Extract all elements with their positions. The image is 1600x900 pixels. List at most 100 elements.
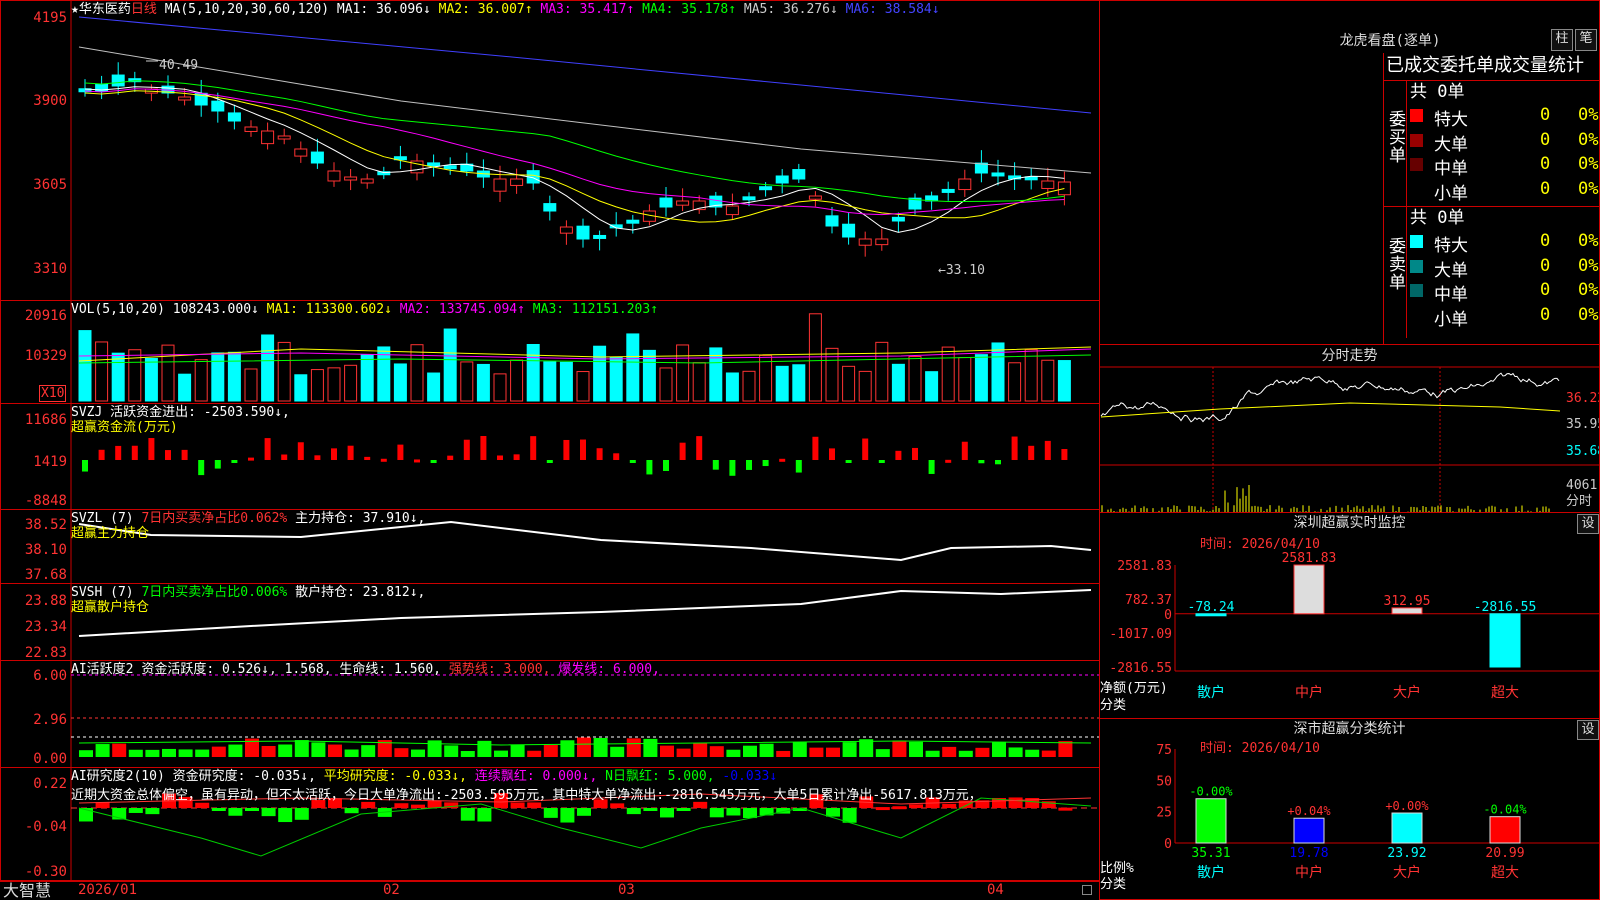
research-bar (294, 808, 309, 820)
order-count: 0 (1540, 178, 1551, 199)
longhu-header: 已成交委托单成交量统计 (1386, 55, 1584, 76)
flow-bar (314, 455, 321, 460)
brand-logo[interactable]: 大智慧 (3, 882, 51, 900)
research-bar (527, 802, 542, 808)
classify-category-label: 中户 (1295, 864, 1323, 881)
activity-bar (543, 744, 558, 757)
favorite-star-icon[interactable]: ★ (71, 2, 79, 17)
holding-line (78, 520, 1092, 562)
flow-bar (198, 460, 205, 476)
svzl-panel[interactable]: SVZL (7) 7日内买卖净占比0.062% 主力持仓: 37.910↓, 超… (0, 509, 1100, 584)
volume-bar (327, 367, 341, 402)
activity-bar (875, 749, 890, 757)
flow-bar (546, 460, 553, 463)
candle (858, 238, 872, 246)
longhu-table: 已成交委托单成交量统计 共 0单 委买单 特大 0 0% 大单 0 0% 中单 0 0% 小单 0 0… (1383, 53, 1599, 344)
order-color-swatch (1410, 308, 1423, 322)
order-color-swatch (1410, 133, 1423, 147)
kline-chart[interactable] (1, 1, 1100, 301)
volume-bar (244, 368, 258, 402)
monitor-bar-chart: 2581.83 782.370 -1017.09 -2816.55 -78.24 散户 25… (1109, 551, 1599, 701)
candle (775, 175, 789, 184)
candle (310, 151, 324, 164)
order-label: 大单 (1434, 260, 1468, 281)
bar-mode-button[interactable]: 柱 (1551, 29, 1573, 51)
svzj-y-tick: 11686 (24, 412, 67, 428)
research-bar (228, 808, 243, 816)
kline-y-tick: 3310 (33, 261, 67, 277)
flow-bar (812, 436, 819, 460)
activity-bar (826, 747, 840, 757)
candle (808, 195, 822, 200)
classify-value-label: 20.99 (1485, 846, 1524, 861)
svzj-panel[interactable]: SVZJ 活跃资金进出: -2503.590↓, 超赢资金流(万元) 11686… (0, 403, 1100, 510)
ai-active-label: 资金活跃度: 0.526↓ (141, 662, 269, 677)
intraday-volume: 4061 (1566, 478, 1598, 493)
intraday-panel[interactable]: 分时走势 36.22 35.95 35.68 4061 分时 (1099, 344, 1600, 513)
activity-bar (709, 746, 724, 757)
research-bar (709, 808, 724, 818)
ai-research-avg: 平均研究度: -0.033↓, (323, 769, 468, 784)
candle (244, 126, 258, 132)
ma6-line (78, 16, 1092, 114)
buy-side-label: 委买单 (1389, 110, 1406, 166)
kline-panel[interactable]: ★华东医药日线 MA(5,10,20,30,60,120) MA1: 36.09… (0, 0, 1100, 301)
candle (576, 225, 590, 240)
classify-bar-chart: 75 50 25 0 -0.00% 35.31 散户 +0.04% 19.78 中户 +0.00% 2… (1156, 743, 1599, 881)
ai-research-chart[interactable] (1, 768, 1100, 882)
order-row: 特大 0 0% (1410, 105, 1599, 130)
ai-research-panel[interactable]: AI研究度2(10) 资金研究度: -0.035↓, 平均研究度: -0.033… (0, 767, 1100, 882)
volume-bar (277, 341, 291, 402)
activity-bar (79, 750, 93, 757)
candle (659, 197, 673, 208)
ma2-value: MA2: 36.007↑ (438, 2, 533, 17)
candle (958, 178, 972, 191)
activity-bar (726, 749, 741, 757)
volume-panel[interactable]: VOL(5,10,20) 108243.000↓ MA1: 113300.602… (0, 300, 1100, 404)
svsh-panel[interactable]: SVSH (7) 7日内买卖净占比0.006% 散户持仓: 23.812↓, 超… (0, 583, 1100, 661)
intraday-chart[interactable] (1100, 345, 1600, 513)
period-label[interactable]: 日线 (131, 2, 157, 17)
volume-bar (1024, 349, 1038, 402)
research-bar (394, 803, 409, 808)
vol-y-tick: 20916 (24, 308, 67, 324)
ai-active-panel[interactable]: AI活跃度2 资金活跃度: 0.526↓, 1.568, 生命线: 1.560,… (0, 660, 1100, 768)
order-color-swatch (1410, 158, 1423, 171)
order-pct: 0% (1578, 255, 1599, 276)
flow-bar (513, 454, 520, 460)
flow-bar (364, 456, 371, 460)
kline-y-tick: 3605 (33, 177, 67, 193)
research-bar (344, 808, 359, 814)
volume-bar (543, 361, 557, 402)
ai-research-y-tick: -0.30 (24, 864, 67, 880)
flow-bar (331, 448, 337, 460)
ai-active-chart[interactable] (1, 661, 1100, 768)
volume-bar (659, 367, 673, 402)
volume-bar (559, 361, 573, 402)
svzl-y-tick: 38.10 (24, 542, 67, 558)
candle (626, 219, 640, 224)
classify-y-tick: 75 (1156, 743, 1172, 758)
tick-mode-button[interactable]: 笔 (1575, 29, 1597, 51)
activity-bar (527, 750, 542, 757)
candle (676, 200, 690, 206)
vol-y-tick: 10329 (24, 348, 67, 364)
flow-bar (214, 460, 221, 469)
volume-bar (294, 374, 308, 402)
activity-bar (294, 740, 309, 757)
activity-bar (909, 741, 923, 757)
svsh-ratio: 7日内买卖净占比0.006% (141, 585, 288, 600)
volume-bar (344, 364, 358, 402)
ai-active-v2: 1.568, (284, 662, 332, 677)
candle (825, 215, 839, 227)
lock-icon[interactable] (1082, 885, 1092, 895)
activity-bar (593, 737, 608, 757)
monitor-y-tick: 0 (1164, 608, 1172, 623)
classify-bar (1391, 812, 1423, 844)
flow-bar (181, 449, 188, 460)
volume-bar (792, 364, 806, 402)
order-count: 0 (1540, 231, 1551, 251)
order-row: 特大 0 0% (1410, 231, 1599, 256)
candle (327, 170, 341, 182)
order-color-swatch (1410, 109, 1423, 122)
